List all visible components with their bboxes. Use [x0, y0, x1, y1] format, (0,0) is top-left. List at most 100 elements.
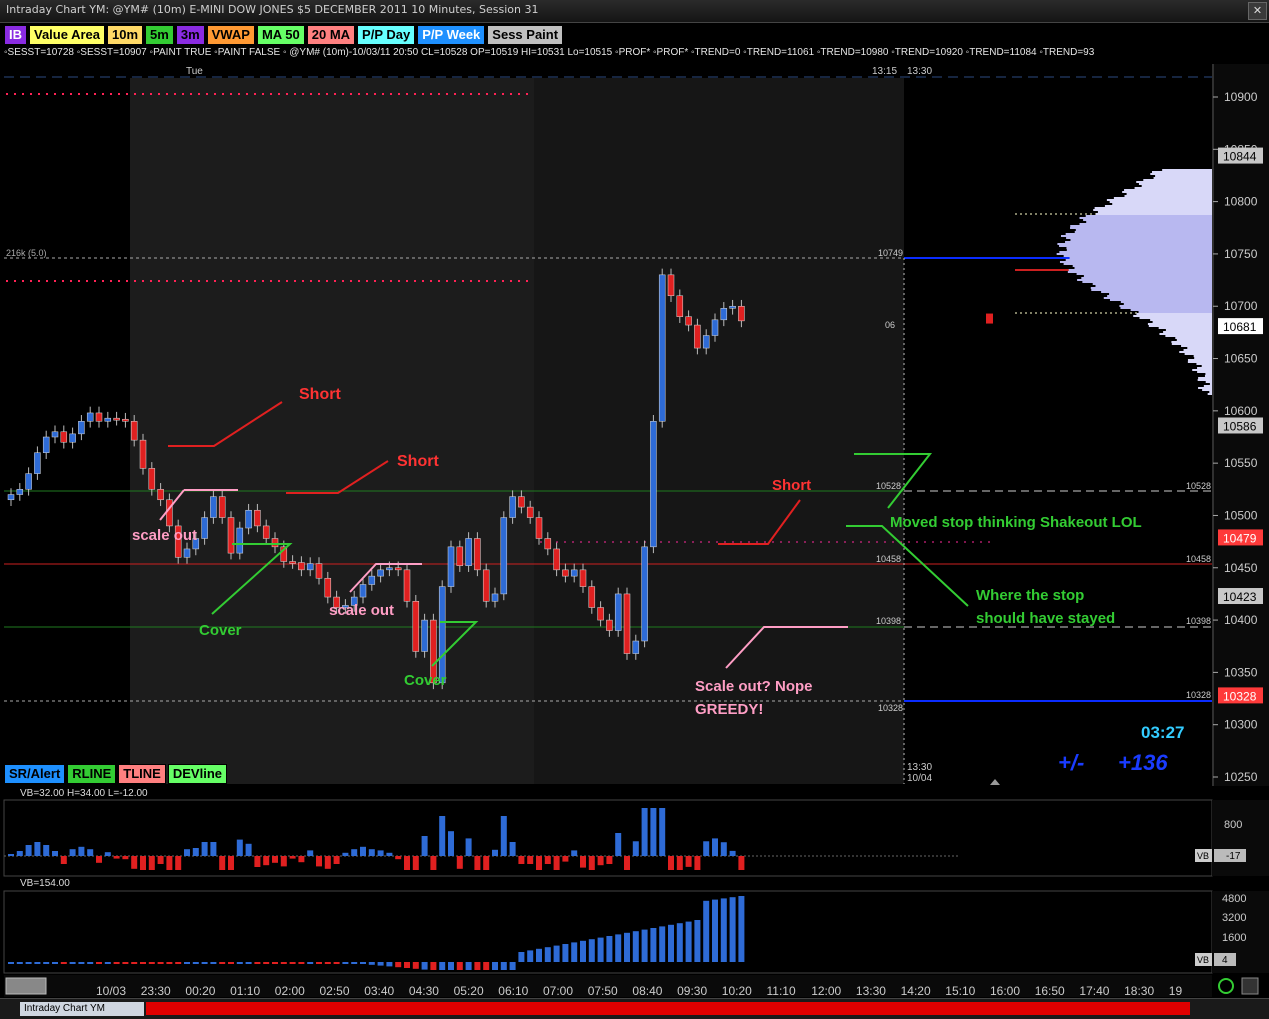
volume-bar: [474, 962, 481, 970]
price-chart[interactable]: 10900 10850 10800 10750 10700 10650 10600 10550…: [0, 0, 1269, 1018]
volume-bar: [703, 900, 710, 962]
current-bar-marker: [990, 779, 1000, 785]
volume-delta-bar: [43, 845, 50, 856]
volume-delta-bar: [544, 856, 551, 864]
volume-delta-bar: [421, 836, 428, 856]
toolbar-button-8[interactable]: P/P Day: [357, 25, 416, 45]
volume-delta-bar: [360, 846, 366, 856]
volume-delta-bar: [175, 856, 182, 870]
candle: [394, 567, 402, 571]
volume-bar: [96, 962, 102, 964]
volume-bar: [597, 937, 604, 962]
volume-bar: [562, 944, 569, 962]
volume-bar: [668, 924, 674, 962]
plusminus-value: +136: [1118, 750, 1168, 775]
volume-delta-bar: [236, 839, 243, 856]
volume-delta-bar: [553, 856, 560, 870]
candle: [544, 538, 552, 550]
candle: [641, 546, 648, 642]
chart-tab[interactable]: Intraday Chart YM: [20, 1002, 144, 1016]
candle: [588, 586, 596, 608]
candle: [403, 569, 411, 602]
volume-delta-bar: [316, 856, 322, 867]
toolbar-button-3[interactable]: 5m: [145, 25, 174, 45]
time-tick-label: 23:30: [141, 984, 171, 998]
price-tick-label: 10850: [1224, 142, 1258, 156]
volume-bar: [69, 962, 76, 964]
volume-bar: [78, 962, 85, 964]
volume-delta-bar: [254, 856, 261, 867]
volume-delta-bar: [219, 856, 226, 870]
time-tick-label: 00:20: [185, 984, 215, 998]
time-tick-label: 10/03: [96, 984, 126, 998]
candle: [711, 319, 719, 336]
volume-bar: [236, 962, 243, 964]
price-tick-label: 10800: [1224, 195, 1258, 209]
time-tick-label: 15:10: [945, 984, 975, 998]
volume-bar: [368, 962, 375, 965]
plusminus-label: +/-: [1058, 750, 1084, 775]
volume-bar: [483, 962, 490, 970]
chart-legend: ◦SESST=10728 ◦SESST=10907 ◦PAINT TRUE ◦P…: [4, 47, 1095, 58]
volume-delta-bar: [694, 856, 701, 870]
volume-bar: [298, 962, 305, 964]
window-titlebar: Intraday Chart YM: @YM# (10m) E-MINI DOW…: [0, 0, 1269, 23]
volume-delta-bar: [245, 843, 252, 856]
volume-delta-bar: [588, 856, 595, 870]
volume-delta-bar: [192, 848, 199, 856]
candle: [139, 439, 147, 469]
toolbar-button-0[interactable]: IB: [4, 25, 27, 45]
volume-bar: [360, 962, 366, 964]
candle: [60, 431, 68, 443]
toolbar-button-10[interactable]: Sess Paint: [487, 25, 564, 45]
candle: [720, 308, 728, 321]
level-label: 10398: [876, 616, 901, 626]
annotation-text: Where the stop: [976, 587, 1084, 604]
price-badge-label: 10844: [1223, 150, 1257, 164]
drawing-button-2[interactable]: TLINE: [118, 764, 166, 784]
volume-delta-bar: [624, 856, 630, 870]
candle: [509, 496, 516, 518]
volume-delta-bar: [571, 850, 578, 856]
candle: [218, 496, 226, 518]
toolbar-button-6[interactable]: MA 50: [256, 25, 305, 45]
candle: [201, 517, 208, 539]
toolbar-button-2[interactable]: 10m: [107, 25, 144, 45]
candle: [368, 575, 376, 585]
price-tick-label: 10900: [1224, 90, 1258, 104]
toolbar-button-9[interactable]: P/P Week: [417, 25, 486, 45]
volume-delta-bar: [641, 808, 648, 856]
toolbar-button-4[interactable]: 3m: [175, 25, 205, 45]
level-label: 10328: [878, 703, 903, 713]
volume-delta-panel: [3, 799, 1213, 877]
volume-bar: [166, 962, 173, 964]
volume-bar: [448, 962, 454, 970]
toolbar-button-1[interactable]: Value Area: [29, 25, 106, 45]
volume-bar: [148, 962, 155, 964]
toolbar-button-7[interactable]: 20 MA: [306, 25, 356, 45]
time-tick-label: 14:20: [901, 984, 931, 998]
volume-delta-bar: [659, 808, 666, 856]
indicator-toolbar: IB Value Area 10m 5m 3m VWAP MA 50 20 MA P/P Day…: [4, 25, 564, 45]
candle: [658, 274, 666, 422]
candle: [69, 433, 76, 443]
sub2-tick-label: 3200: [1222, 912, 1246, 924]
volume-delta-bar: [307, 850, 314, 856]
candle: [342, 605, 349, 608]
volume-bar: [395, 962, 402, 968]
volume-delta-bar: [615, 833, 622, 856]
volume-delta-bar: [122, 856, 129, 860]
drawing-button-0[interactable]: SR/Alert: [4, 764, 66, 784]
toolbar-button-5[interactable]: VWAP: [206, 25, 255, 45]
drawing-button-1[interactable]: RLINE: [67, 764, 117, 784]
volume-delta-bar: [580, 856, 586, 868]
level-label: 10458: [876, 554, 901, 564]
candle: [183, 548, 191, 558]
volume-delta-bar: [527, 856, 534, 864]
bottom-time-label: 13:30: [907, 762, 932, 773]
drawing-button-3[interactable]: DEVline: [167, 764, 227, 784]
candle: [262, 525, 270, 539]
window-title: Intraday Chart YM: @YM# (10m) E-MINI DOW…: [6, 3, 539, 16]
candle: [227, 517, 235, 554]
close-window-button[interactable]: ✕: [1248, 2, 1267, 20]
